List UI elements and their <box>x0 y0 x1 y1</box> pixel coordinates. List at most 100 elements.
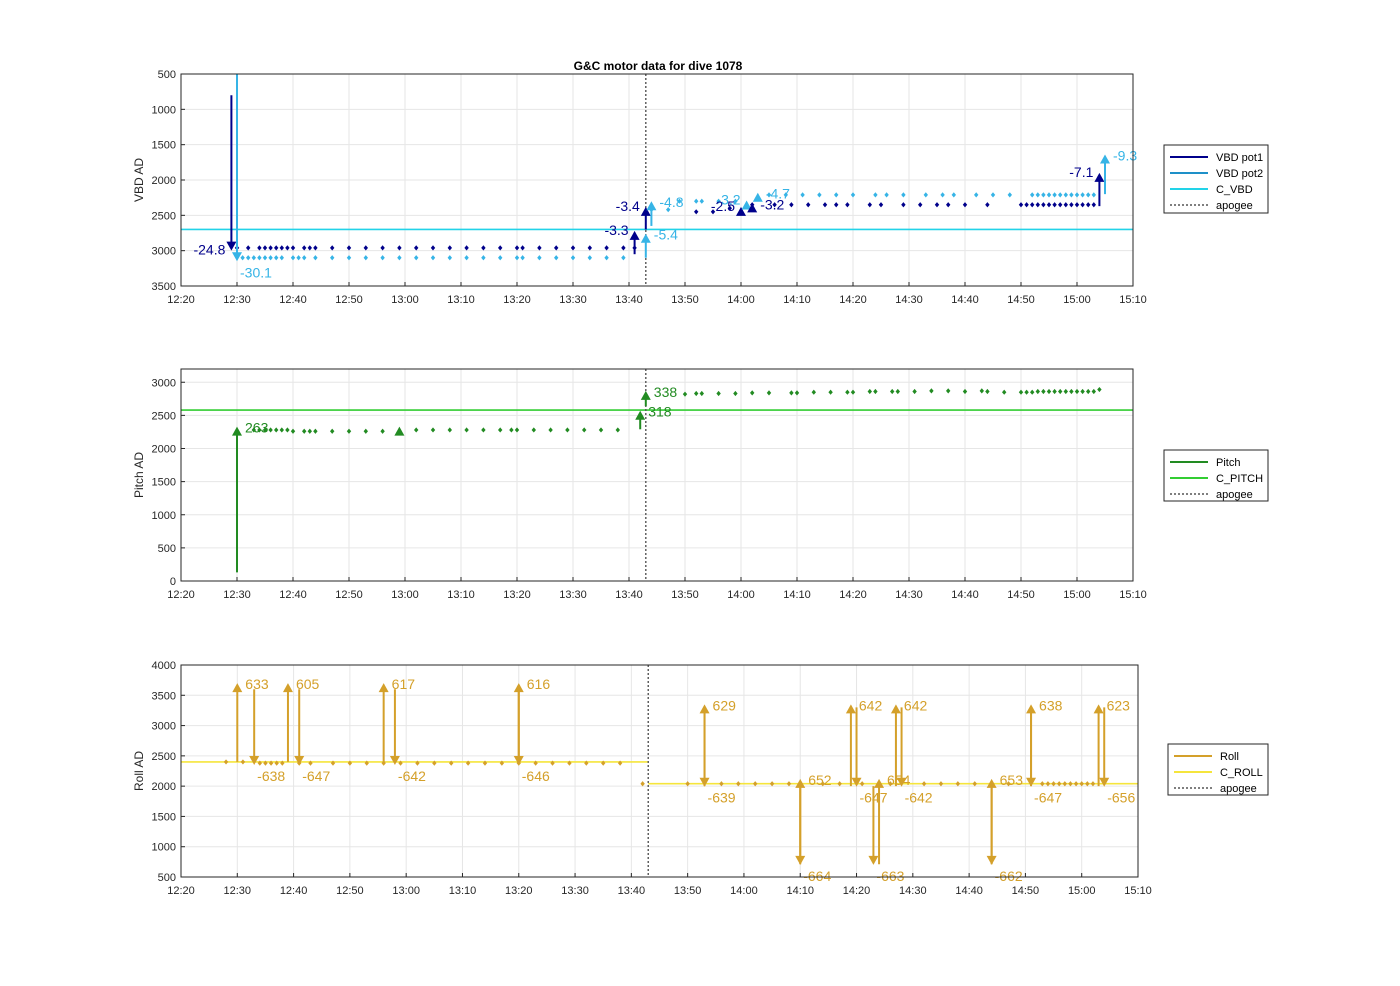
arrow-value-label: 617 <box>392 676 416 692</box>
x-tick-label: 14:00 <box>730 885 758 897</box>
x-tick-label: 13:20 <box>505 885 533 897</box>
arrow-value-label: -3.3 <box>604 222 628 238</box>
legend-label: Roll <box>1220 751 1239 763</box>
legend-label: apogee <box>1216 489 1253 501</box>
legend-label: apogee <box>1220 783 1257 795</box>
arrow-value-label: -4.7 <box>766 186 790 202</box>
x-tick-label: 13:00 <box>391 589 419 601</box>
arrow-value-label: 338 <box>654 384 678 400</box>
panel-1: 12:20 12:30 12:40 12:50 13:00 13:10 13:20 13:30… <box>132 69 1269 306</box>
x-tick-label: 13:40 <box>615 589 643 601</box>
arrow-value-label: -639 <box>708 790 736 806</box>
x-tick-label: 14:20 <box>839 589 867 601</box>
arrow-value-label: 605 <box>296 676 320 692</box>
arrow-value-label: -647 <box>1034 790 1062 806</box>
x-tick-label: 14:50 <box>1007 294 1035 306</box>
arrow-value-label: -646 <box>522 768 550 784</box>
x-tick-label: 12:20 <box>167 589 195 601</box>
x-tick-label: 15:00 <box>1063 589 1091 601</box>
arrow-value-label: -7.1 <box>1069 164 1093 180</box>
chart-title: G&C motor data for dive 1078 <box>574 59 743 73</box>
y-tick-label: 1500 <box>152 140 176 152</box>
x-tick-label: 12:30 <box>224 885 252 897</box>
x-tick-label: 13:20 <box>503 294 531 306</box>
y-tick-label: 500 <box>158 543 176 555</box>
x-tick-label: 13:10 <box>447 589 475 601</box>
x-tick-label: 15:00 <box>1063 294 1091 306</box>
y-tick-label: 1000 <box>152 510 176 522</box>
x-tick-label: 13:20 <box>503 589 531 601</box>
x-tick-label: 13:30 <box>559 294 587 306</box>
y-tick-label: 500 <box>158 69 176 81</box>
x-tick-label: 14:30 <box>899 885 927 897</box>
x-tick-label: 13:40 <box>615 294 643 306</box>
arrow-value-label: -647 <box>860 790 888 806</box>
x-tick-label: 13:50 <box>671 589 699 601</box>
arrow-value-label: 633 <box>245 676 269 692</box>
x-tick-label: 13:40 <box>618 885 646 897</box>
arrow-value-label: -642 <box>905 790 933 806</box>
y-tick-label: 2000 <box>152 444 176 456</box>
x-tick-label: 14:10 <box>783 589 811 601</box>
x-tick-label: 14:40 <box>955 885 983 897</box>
x-tick-label: 14:20 <box>843 885 871 897</box>
arrow-value-label: -4.8 <box>659 194 683 210</box>
arrow-value-label: 629 <box>713 697 737 713</box>
x-tick-label: 12:30 <box>223 294 251 306</box>
x-tick-label: 14:50 <box>1012 885 1040 897</box>
arrow-value-label: -30.1 <box>240 264 272 280</box>
x-tick-label: 13:10 <box>447 294 475 306</box>
x-tick-label: 12:30 <box>223 589 251 601</box>
arrow-value-label: -662 <box>995 868 1023 884</box>
y-tick-label: 1500 <box>152 477 176 489</box>
x-tick-label: 14:00 <box>727 589 755 601</box>
x-tick-label: 13:00 <box>391 294 419 306</box>
y-tick-label: 2500 <box>152 210 176 222</box>
arrow-value-label: 318 <box>648 404 672 420</box>
x-tick-label: 14:30 <box>895 589 923 601</box>
x-tick-label: 14:40 <box>951 294 979 306</box>
arrow-value-label: -656 <box>1107 790 1135 806</box>
x-tick-label: 12:40 <box>280 885 308 897</box>
legend-label: Pitch <box>1216 457 1240 469</box>
x-tick-label: 13:50 <box>674 885 702 897</box>
x-tick-label: 13:00 <box>392 885 420 897</box>
arrow-value-label: 623 <box>1107 697 1131 713</box>
arrow-value-label: 652 <box>808 772 832 788</box>
legend-label: VBD pot1 <box>1216 152 1263 164</box>
y-tick-label: 2000 <box>152 781 176 793</box>
y-tick-label: 3500 <box>152 281 176 293</box>
y-tick-label: 2500 <box>152 410 176 422</box>
legend: Pitch C_PITCHapogee <box>1163 449 1269 502</box>
y-tick-label: 3000 <box>152 246 176 258</box>
x-tick-label: 12:20 <box>167 885 195 897</box>
x-tick-label: 12:50 <box>336 885 364 897</box>
y-tick-label: 1000 <box>152 842 176 854</box>
arrow-value-label: -3.2 <box>716 191 740 207</box>
arrow-value-label: -3.4 <box>616 198 640 214</box>
y-tick-label: 0 <box>170 576 176 588</box>
legend-label: VBD pot2 <box>1216 168 1263 180</box>
y-tick-label: 3000 <box>152 721 176 733</box>
figure-canvas: 12:20 12:30 12:40 12:50 13:00 13:10 13:20 13:30… <box>0 0 1400 986</box>
arrow-value-label: -5.4 <box>654 227 678 243</box>
legend: Roll C_ROLLapogee <box>1167 743 1269 796</box>
arrow-value-label: -642 <box>398 768 426 784</box>
legend-label: C_PITCH <box>1216 473 1263 485</box>
x-tick-label: 14:10 <box>786 885 814 897</box>
legend-label: C_VBD <box>1216 184 1253 196</box>
x-tick-label: 14:10 <box>783 294 811 306</box>
x-tick-label: 13:30 <box>561 885 589 897</box>
legend-label: C_ROLL <box>1220 767 1263 779</box>
x-tick-label: 13:50 <box>671 294 699 306</box>
x-tick-label: 14:50 <box>1007 589 1035 601</box>
y-tick-label: 3000 <box>152 377 176 389</box>
x-tick-label: 13:30 <box>559 589 587 601</box>
arrow-value-label: 654 <box>887 772 911 788</box>
x-tick-label: 15:10 <box>1124 885 1152 897</box>
x-tick-label: 15:00 <box>1068 885 1096 897</box>
y-tick-label: 1500 <box>152 811 176 823</box>
x-tick-label: 12:20 <box>167 294 195 306</box>
arrow-value-label: -663 <box>876 868 904 884</box>
x-tick-label: 15:10 <box>1119 589 1147 601</box>
